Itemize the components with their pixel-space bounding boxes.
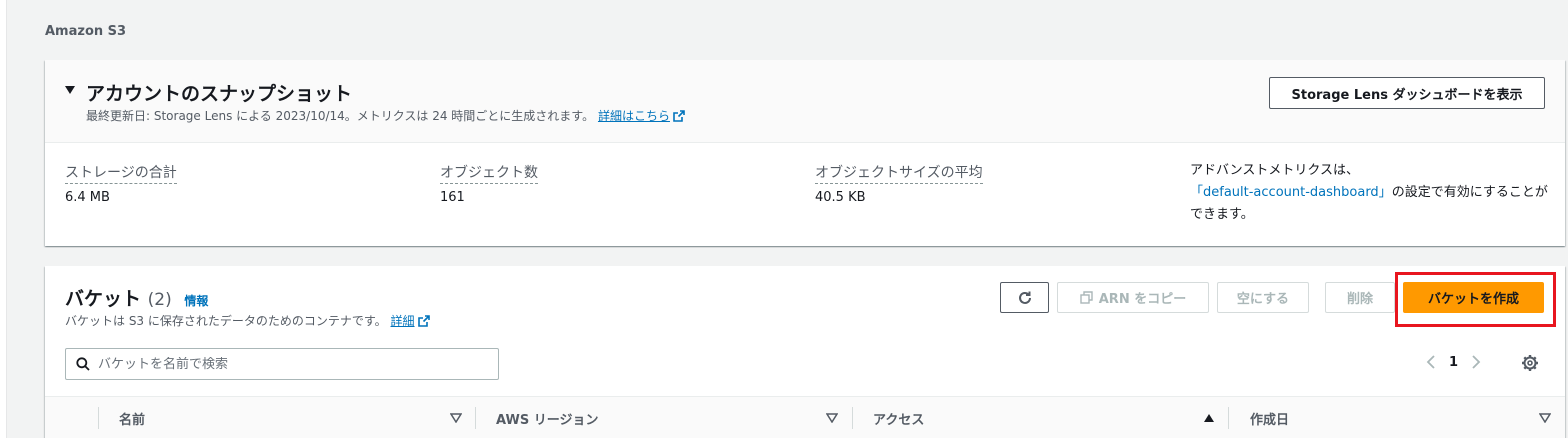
- metric-value-total-storage: 6.4 MB: [65, 190, 110, 205]
- external-link-icon: [673, 110, 685, 122]
- snapshot-details-link-label: 詳細はこちら: [597, 109, 670, 123]
- copy-arn-label: ARN をコピー: [1098, 292, 1187, 307]
- advanced-dashboard-name[interactable]: 「default-account-dashboard」: [1190, 185, 1392, 200]
- bucket-search-input[interactable]: [98, 356, 478, 372]
- column-divider: [1228, 407, 1229, 429]
- table-header: 名前 AWS リージョン アクセス 作成日: [45, 396, 1565, 438]
- buckets-details-link[interactable]: 詳細: [391, 314, 430, 328]
- metric-label-total-storage[interactable]: ストレージの合計: [65, 162, 177, 184]
- buckets-title: バケット: [65, 288, 142, 310]
- account-snapshot-panel: アカウントのスナップショット 最終更新日: Storage Lens による 2…: [45, 60, 1565, 246]
- metric-label-object-count[interactable]: オブジェクト数: [440, 162, 538, 184]
- snapshot-title[interactable]: アカウントのスナップショット: [86, 79, 352, 106]
- column-header-access[interactable]: アクセス: [873, 409, 924, 428]
- column-header-created[interactable]: 作成日: [1250, 409, 1289, 428]
- chevron-right-icon[interactable]: [1470, 354, 1482, 370]
- advanced-metrics-note: アドバンストメトリクスは、 「default-account-dashboard…: [1190, 160, 1552, 226]
- page-number[interactable]: 1: [1449, 355, 1458, 370]
- buckets-description-text: バケットは S3 に保存されたデータのためのコンテナです。: [65, 314, 387, 328]
- buckets-description: バケットは S3 に保存されたデータのためのコンテナです。 詳細: [65, 312, 430, 329]
- metric-value-object-count: 161: [440, 190, 465, 205]
- buckets-heading: バケット (2) 情報: [65, 284, 208, 311]
- column-divider: [98, 407, 99, 429]
- metric-value-average-object-size: 40.5 KB: [815, 190, 866, 205]
- buckets-details-link-label: 詳細: [390, 314, 415, 328]
- breadcrumb[interactable]: Amazon S3: [45, 24, 126, 39]
- snapshot-description-text: 最終更新日: Storage Lens による 2023/10/14。メトリクス…: [86, 109, 595, 123]
- column-header-name[interactable]: 名前: [119, 409, 145, 428]
- pagination: 1: [1425, 354, 1482, 370]
- left-nav-strip: [0, 0, 7, 438]
- gear-icon[interactable]: [1521, 354, 1539, 372]
- sort-ascending-icon[interactable]: [1203, 413, 1215, 423]
- chevron-left-icon[interactable]: [1425, 354, 1437, 370]
- column-divider: [475, 407, 476, 429]
- snapshot-details-link[interactable]: 詳細はこちら: [598, 109, 685, 123]
- create-bucket-button[interactable]: バケットを作成: [1403, 282, 1544, 313]
- delete-bucket-button[interactable]: 削除: [1325, 282, 1395, 313]
- caret-down-icon[interactable]: [65, 86, 75, 94]
- bucket-search[interactable]: [65, 348, 499, 380]
- storage-lens-dashboard-button[interactable]: Storage Lens ダッシュボードを表示: [1269, 77, 1545, 109]
- external-link-icon: [417, 315, 430, 327]
- advanced-metrics-prefix: アドバンストメトリクスは、: [1190, 163, 1360, 178]
- snapshot-description: 最終更新日: Storage Lens による 2023/10/14。メトリクス…: [86, 107, 685, 124]
- sort-descending-icon[interactable]: [826, 413, 838, 423]
- buckets-count: (2): [147, 290, 172, 310]
- refresh-button[interactable]: [1000, 282, 1049, 313]
- column-divider: [852, 407, 853, 429]
- empty-bucket-button[interactable]: 空にする: [1217, 282, 1309, 313]
- search-icon: [76, 357, 90, 371]
- info-link[interactable]: 情報: [184, 294, 208, 308]
- metric-label-average-object-size[interactable]: オブジェクトサイズの平均: [815, 162, 983, 184]
- refresh-icon: [1018, 291, 1031, 304]
- snapshot-header: アカウントのスナップショット 最終更新日: Storage Lens による 2…: [45, 60, 1565, 143]
- column-header-region[interactable]: AWS リージョン: [496, 409, 598, 428]
- buckets-panel: バケット (2) 情報 バケットは S3 に保存されたデータのためのコンテナです…: [45, 266, 1565, 438]
- copy-arn-button[interactable]: ARN をコピー: [1057, 282, 1209, 313]
- copy-icon: [1080, 291, 1093, 304]
- sort-descending-icon[interactable]: [1539, 413, 1551, 423]
- sort-descending-icon[interactable]: [450, 413, 462, 423]
